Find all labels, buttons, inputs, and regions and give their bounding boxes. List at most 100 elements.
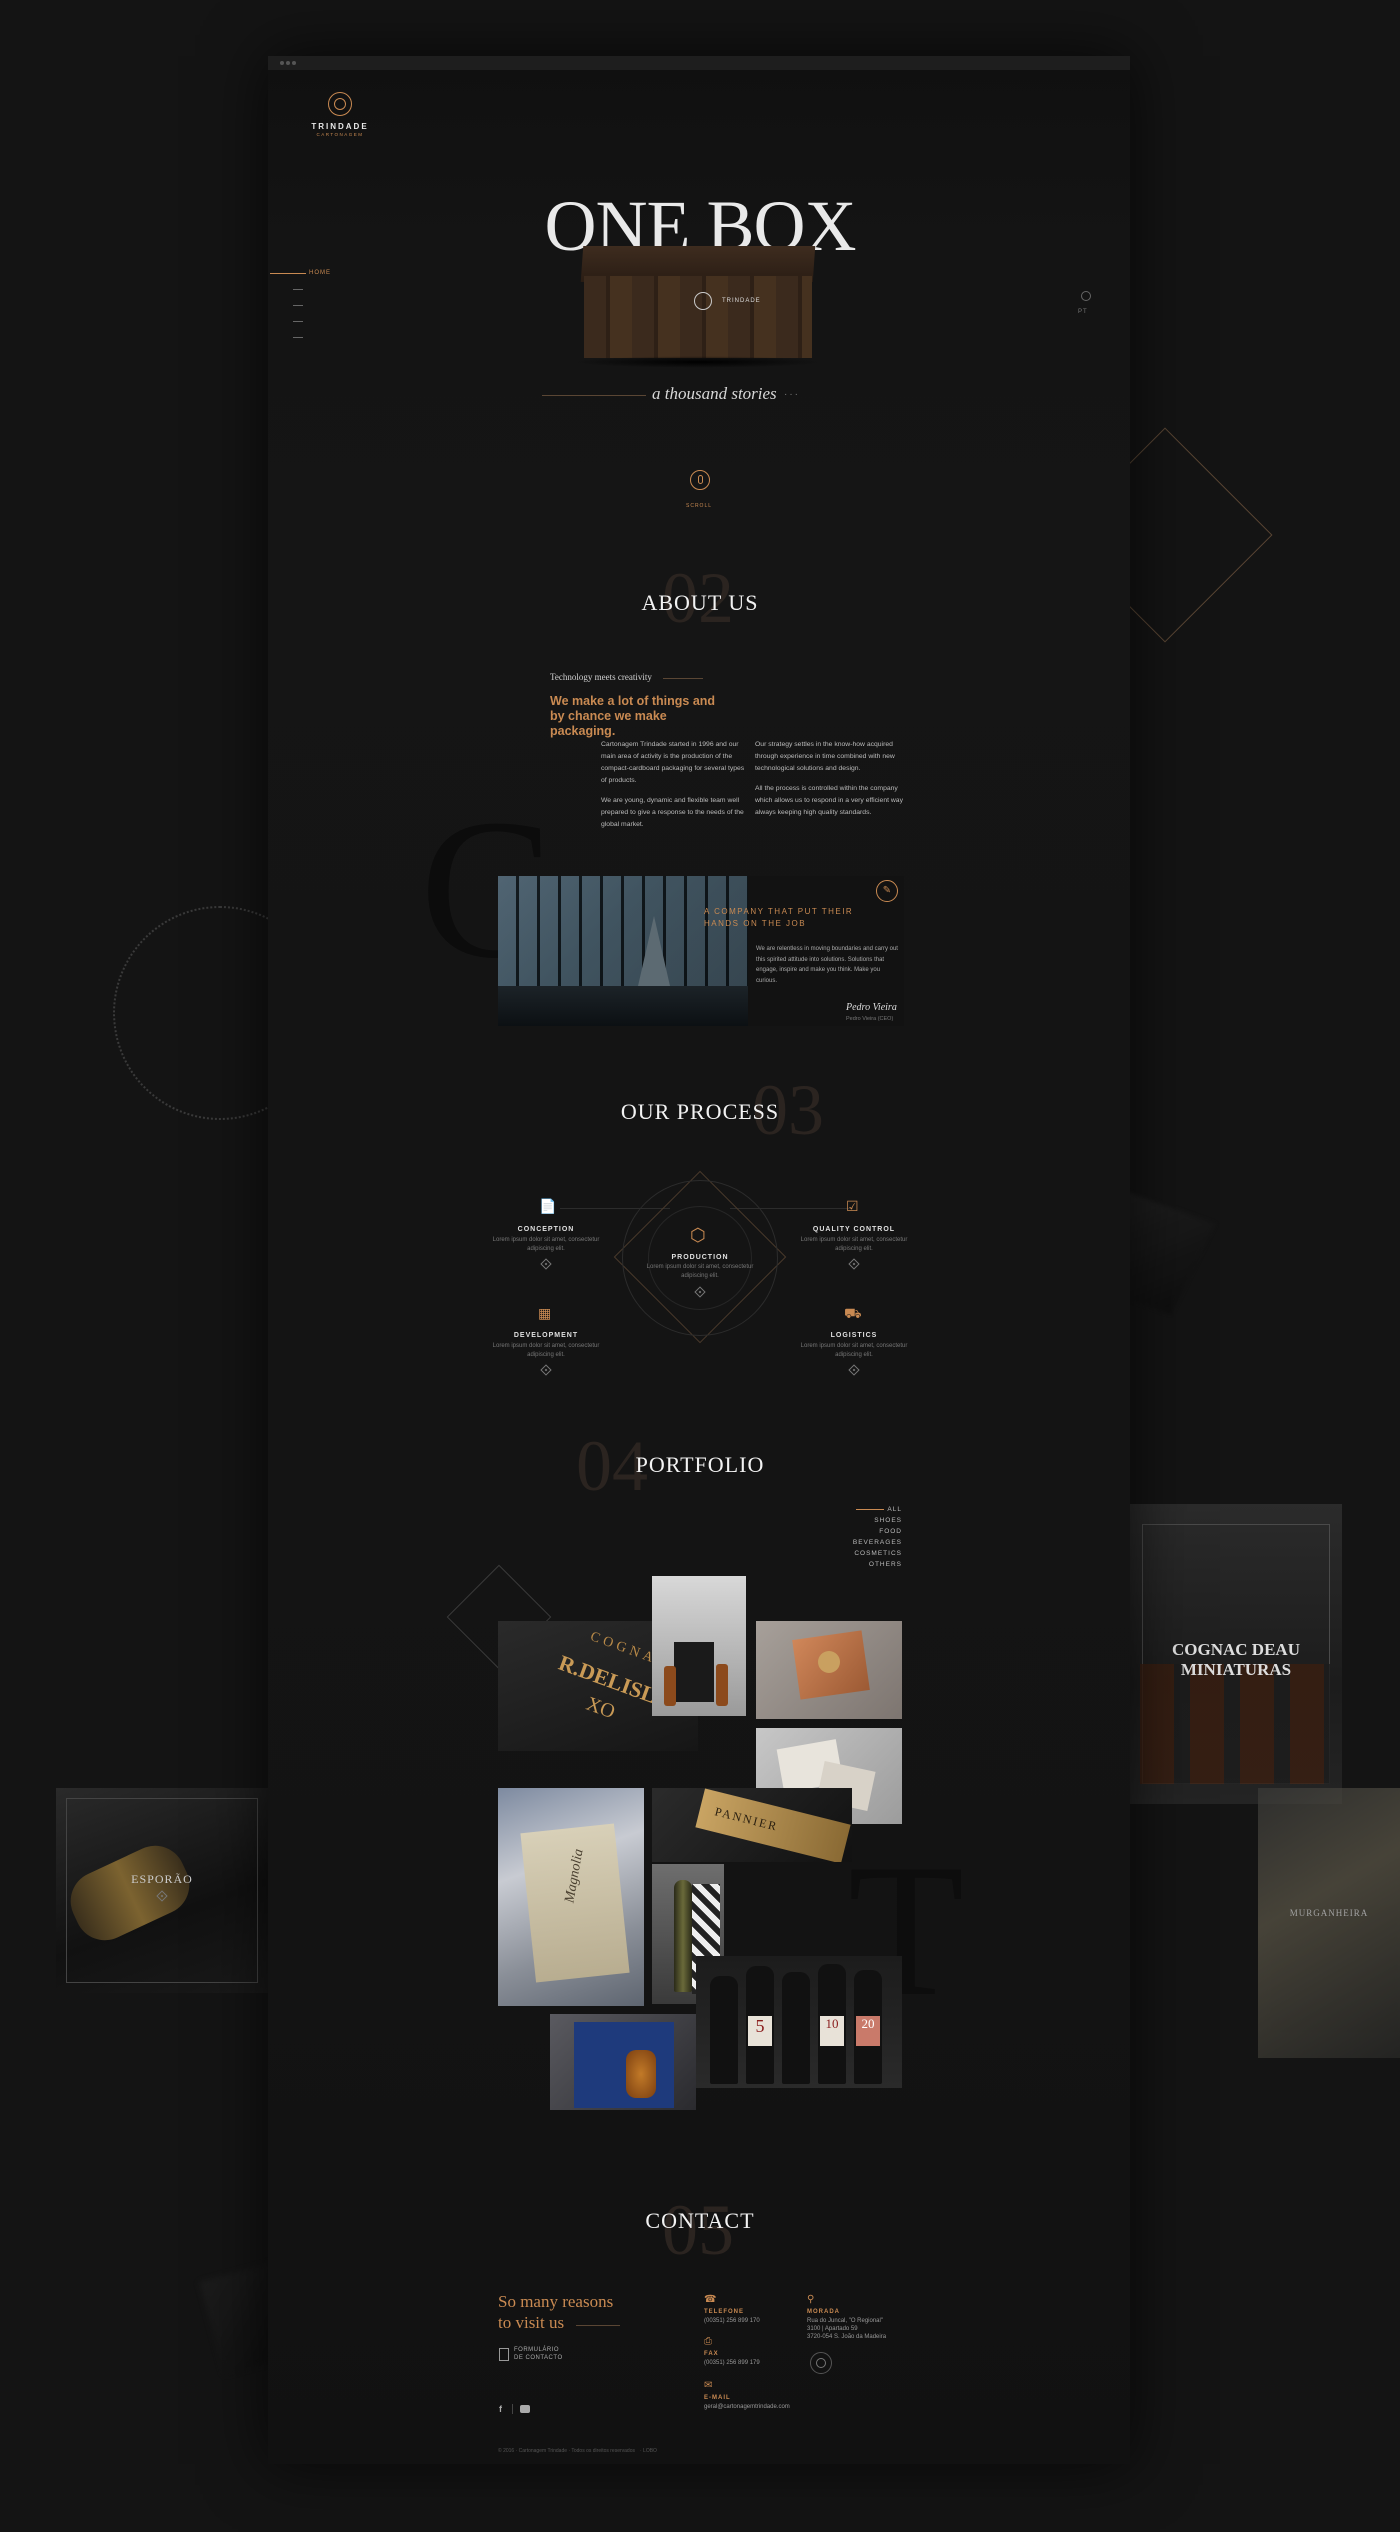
nav-home-link[interactable]: HOME xyxy=(309,270,331,276)
about-office-window xyxy=(498,876,748,986)
side-preview-left-label: ESPORÃO xyxy=(131,1872,193,1886)
location-pin-icon: ⚲ xyxy=(807,2294,815,2305)
process-step-conception: CONCEPTION xyxy=(517,1226,575,1233)
hero-subtitle: a thousand stories xyxy=(652,384,777,403)
scroll-label[interactable]: SCROLL xyxy=(686,503,712,509)
process-step-logistics-desc: Lorem ipsum dolor sit amet, consectetur … xyxy=(800,1343,908,1358)
side-preview-right-bottom-label: MURGANHEIRA xyxy=(1289,1908,1369,1918)
tile-champagne-bottle xyxy=(674,1880,692,1992)
conception-icon: 📄 xyxy=(539,1198,557,1214)
contact-phone-label: TELEFONE xyxy=(704,2309,745,2315)
about-col2-p2: All the process is controlled within the… xyxy=(755,785,903,816)
contact-email-label: E-MAIL xyxy=(704,2395,731,2401)
tile-wine-bottle xyxy=(710,1976,738,2084)
contact-fax: (00351) 256 899 179 xyxy=(704,2360,760,2366)
process-step-production: PRODUCTION xyxy=(671,1254,729,1261)
globe-icon[interactable] xyxy=(1081,291,1091,301)
contact-form-link-1[interactable]: FORMULÁRIO xyxy=(514,2347,559,2353)
tile-miniatures-bottle xyxy=(664,1666,676,1706)
portfolio-filters: ALL SHOES FOOD BEVERAGES COSMETICS OTHER… xyxy=(820,1504,902,1570)
about-kicker-line xyxy=(663,678,703,679)
map-button-inner xyxy=(816,2358,826,2368)
hero-box-shadow xyxy=(572,356,824,368)
footer-copyright: © 2016 · Cartonagem Trindade · Todos os … xyxy=(498,2448,635,2454)
logo[interactable]: TRINDADE CARTONAGEM xyxy=(305,92,375,142)
nav-active-line xyxy=(270,273,306,274)
process-step-production-desc: Lorem ipsum dolor sit amet, consectetur … xyxy=(646,1264,754,1279)
side-preview-right-bottom[interactable]: MURGANHEIRA xyxy=(1258,1788,1400,2058)
hero-subtitle-line xyxy=(542,395,646,396)
process-step-conception-desc: Lorem ipsum dolor sit amet, consectetur … xyxy=(492,1237,600,1252)
process-step-development-desc: Lorem ipsum dolor sit amet, consectetur … xyxy=(492,1343,600,1358)
quote-signature: Pedro Vieira xyxy=(846,1002,897,1013)
about-col1-p1: Cartonagem Trindade started in 1996 and … xyxy=(601,741,745,784)
contact-title: CONTACT xyxy=(645,2208,755,2233)
contact-tagline-line xyxy=(576,2325,620,2326)
browser-dot xyxy=(280,61,284,65)
process-step-logistics: LOGISTICS xyxy=(830,1332,878,1339)
filter-food[interactable]: FOOD xyxy=(820,1526,902,1537)
filter-cosmetics[interactable]: COSMETICS xyxy=(820,1548,902,1559)
portfolio-tile-blue-box[interactable] xyxy=(550,2014,696,2110)
logo-emblem-inner xyxy=(334,98,346,110)
side-preview-right-title-1: COGNAC DEAU xyxy=(1172,1640,1300,1659)
portfolio-tile-panier[interactable]: PANNIER xyxy=(652,1788,852,1862)
tile-cognac-sub: XO xyxy=(583,1692,618,1724)
hero-box-label: TRINDADE xyxy=(722,298,761,304)
footer-credit[interactable]: · LOBO xyxy=(640,2448,657,2454)
hero-box-logo-icon xyxy=(694,292,712,310)
contact-form-link-2[interactable]: DE CONTACTO xyxy=(514,2355,563,2361)
logo-emblem-icon xyxy=(328,92,352,116)
quality-control-icon: ☑ xyxy=(846,1198,859,1214)
contact-email[interactable]: geral@cartonagemtrindade.com xyxy=(704,2404,790,2410)
portfolio-tile-orange-box[interactable] xyxy=(756,1621,902,1719)
contact-address-1: Rua do Juncal, "O Regional" xyxy=(807,2318,883,2324)
logo-name: TRINDADE xyxy=(311,122,369,131)
contact-address-2: 3100 | Apartado 59 xyxy=(807,2326,858,2332)
nav-item[interactable] xyxy=(293,337,303,338)
process-step-development: DEVELOPMENT xyxy=(513,1332,579,1339)
nav-item[interactable] xyxy=(293,305,303,306)
nav-item[interactable] xyxy=(293,321,303,322)
side-preview-right-top[interactable]: COGNAC DEAU MINIATURAS xyxy=(1130,1504,1342,1804)
filter-others[interactable]: OTHERS xyxy=(820,1559,902,1570)
contact-address-label: MORADA xyxy=(807,2309,840,2315)
development-monitor-icon: ▦ xyxy=(538,1305,552,1321)
portfolio-tile-miniatures[interactable] xyxy=(652,1576,746,1716)
map-button-icon[interactable] xyxy=(810,2352,832,2374)
contact-fax-label: FAX xyxy=(704,2351,719,2357)
about-office-tree xyxy=(638,916,670,986)
tile-miniatures-box xyxy=(674,1642,714,1702)
about-office-floor xyxy=(498,986,748,1026)
filter-all[interactable]: ALL xyxy=(820,1504,902,1515)
facebook-icon[interactable]: f xyxy=(499,2404,502,2414)
browser-dot xyxy=(286,61,290,65)
about-col2-p1: Our strategy settles in the know-how acq… xyxy=(755,741,895,772)
email-icon: ✉ xyxy=(704,2380,713,2391)
phone-icon: ☎ xyxy=(704,2294,717,2305)
portfolio-tile-magnolia[interactable]: Magnolia xyxy=(498,1788,644,2006)
hero-box-body xyxy=(584,276,812,358)
about-kicker: Technology meets creativity xyxy=(550,672,652,682)
side-preview-left[interactable]: ESPORÃO xyxy=(56,1788,268,1993)
fax-icon: ⎙ xyxy=(704,2336,712,2347)
tile-blue-box-shape xyxy=(574,2022,674,2108)
language-switch[interactable]: PT xyxy=(1078,309,1088,315)
contact-address-3: 3720-054 S. João da Madeira xyxy=(807,2334,887,2340)
nav-item[interactable] xyxy=(293,289,303,290)
filter-shoes[interactable]: SHOES xyxy=(820,1515,902,1526)
contact-phone[interactable]: (00351) 256 899 170 xyxy=(704,2318,760,2324)
filter-beverages[interactable]: BEVERAGES xyxy=(820,1537,902,1548)
tile-orange-box-seal xyxy=(818,1651,840,1673)
process-title: OUR PROCESS xyxy=(620,1099,780,1124)
quote-text: We are relentless in moving boundaries a… xyxy=(756,946,898,984)
scroll-mouse-icon[interactable] xyxy=(690,470,710,490)
contact-form-icon[interactable] xyxy=(499,2348,509,2361)
logo-tagline: CARTONAGEM xyxy=(316,132,364,137)
quote-signature-role: Pedro Vieira (CEO) xyxy=(846,1016,894,1022)
portfolio-tile-wine-bottles[interactable]: 5 10 20 xyxy=(696,1956,902,2088)
youtube-icon[interactable] xyxy=(520,2405,530,2413)
process-step-quality: QUALITY CONTROL xyxy=(812,1226,896,1233)
side-preview-right-bottles xyxy=(1140,1664,1330,1784)
about-office-image xyxy=(498,876,748,1026)
